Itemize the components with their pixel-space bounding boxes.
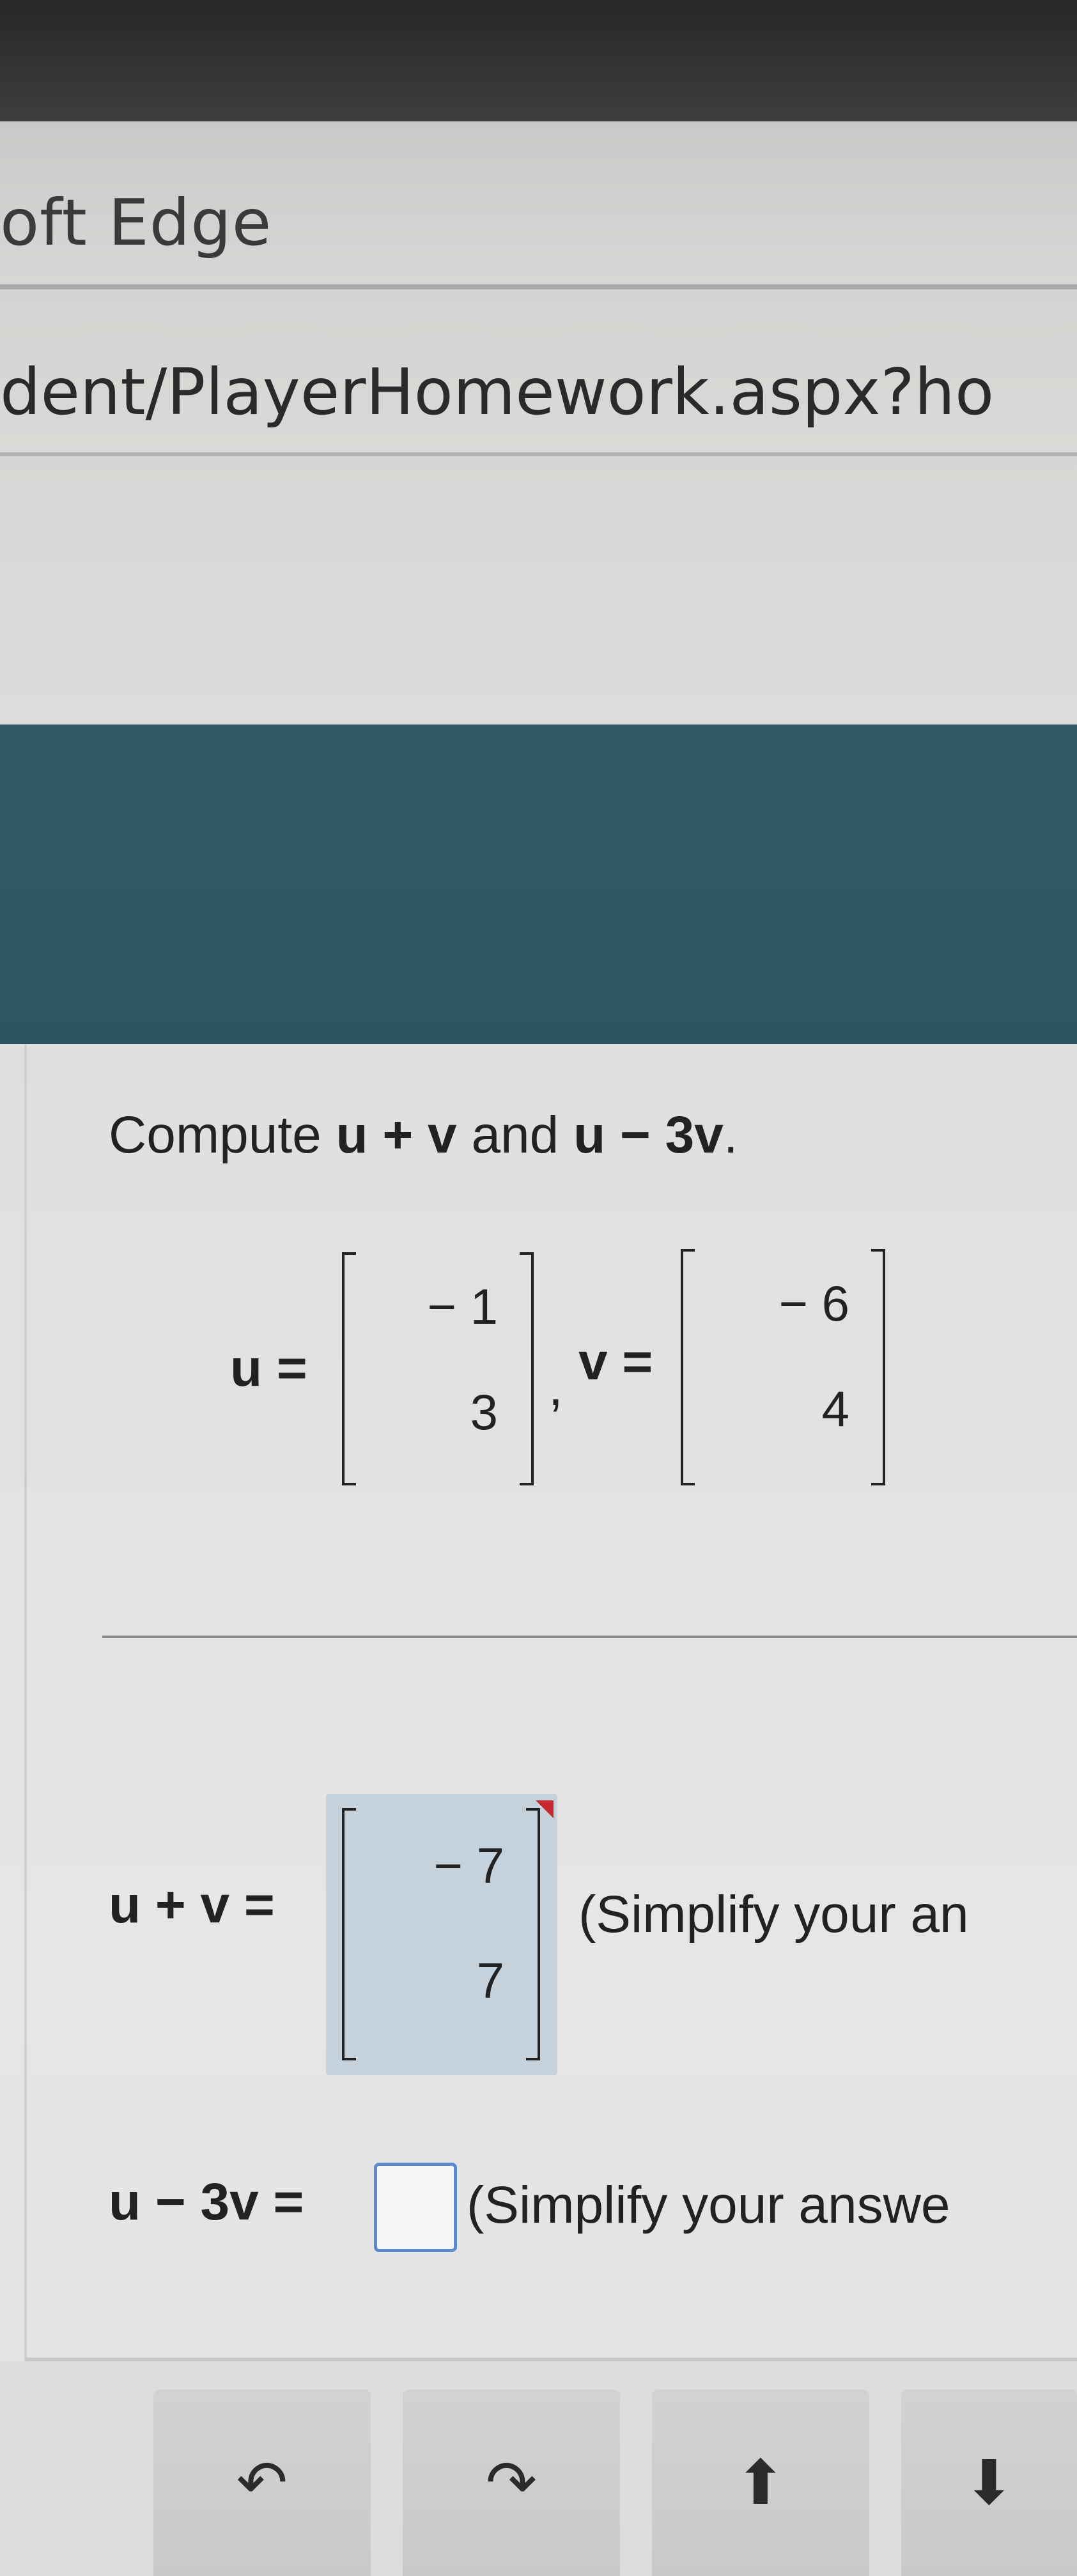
- question-text: Compute u + v and u − 3v.: [109, 1105, 738, 1165]
- section-divider: [102, 1636, 1077, 1638]
- left-bracket: [342, 1252, 356, 1485]
- question-prefix: Compute: [109, 1106, 336, 1164]
- arrow-down-icon: ⬇: [963, 2447, 1015, 2518]
- arrow-up-icon: ⬆: [734, 2447, 787, 2518]
- vector-u-label: u =: [230, 1339, 307, 1397]
- sum-answer-matrix[interactable]: − 7 7: [342, 1808, 540, 2060]
- vector-u-matrix: − 1 3: [342, 1252, 534, 1485]
- right-bracket: [871, 1249, 885, 1485]
- diff-label: u − 3v =: [109, 2173, 304, 2231]
- question-middle: and: [456, 1106, 574, 1164]
- title-divider: [0, 284, 1077, 289]
- move-down-button[interactable]: ⬇: [901, 2389, 1077, 2576]
- diff-answer-input[interactable]: [374, 2163, 457, 2252]
- vector-v-label: v =: [578, 1333, 653, 1391]
- vector-v-matrix: − 6 4: [681, 1249, 885, 1485]
- question-suffix: .: [723, 1106, 738, 1164]
- redo-button[interactable]: ↷: [403, 2389, 620, 2576]
- left-bracket: [681, 1249, 695, 1485]
- question-expr-sum: u + v: [336, 1106, 457, 1164]
- move-up-button[interactable]: ⬆: [652, 2389, 869, 2576]
- diff-simplify-note: (Simplify your answe: [467, 2176, 950, 2234]
- vector-u-entry: − 1: [427, 1278, 498, 1335]
- left-bracket: [342, 1808, 356, 2060]
- vector-v-entry: 4: [821, 1381, 849, 1437]
- right-bracket: [520, 1252, 534, 1485]
- vector-v-entry: − 6: [779, 1275, 849, 1331]
- right-bracket: [526, 1808, 540, 2060]
- window-title: oft Edge: [0, 185, 272, 260]
- course-banner: [0, 724, 1077, 1044]
- vector-u-entry: 3: [470, 1384, 498, 1440]
- undo-button[interactable]: ↶: [153, 2389, 371, 2576]
- address-url[interactable]: dent/PlayerHomework.aspx?ho: [0, 355, 994, 429]
- sum-simplify-note: (Simplify your an: [578, 1885, 969, 1943]
- page-header-area: [0, 456, 1077, 724]
- vector-separator: ,: [548, 1358, 563, 1416]
- window-top-edge: [0, 0, 1077, 121]
- undo-icon: ↶: [236, 2447, 288, 2518]
- sum-entry[interactable]: − 7: [433, 1837, 504, 1895]
- sum-label: u + v =: [109, 1876, 275, 1934]
- question-expr-diff: u − 3v: [573, 1106, 724, 1164]
- panel-left-border: [24, 1044, 27, 2576]
- sum-entry[interactable]: 7: [477, 1952, 504, 2010]
- redo-icon: ↷: [485, 2447, 538, 2518]
